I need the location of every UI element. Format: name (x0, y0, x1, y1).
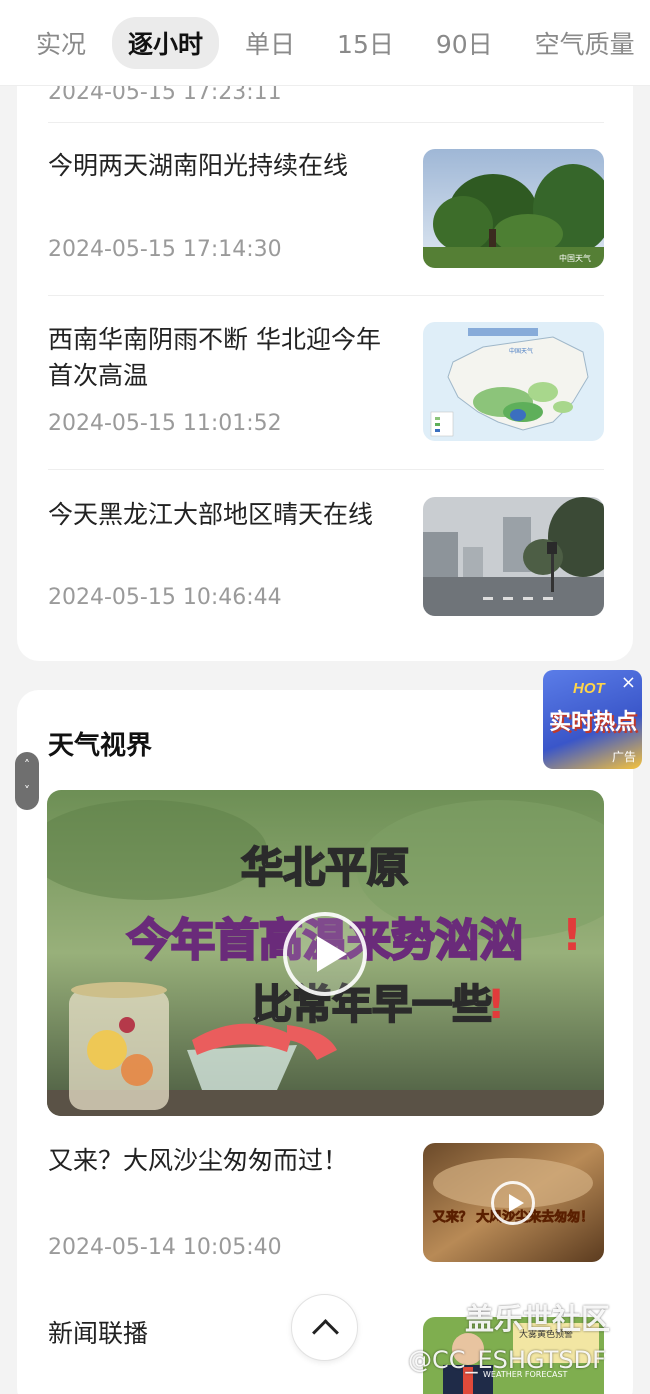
news-title: 西南华南阴雨不断 华北迎今年首次高温 (48, 325, 381, 390)
video-headline-1: 华北平原 (241, 843, 409, 892)
hot-topics-ad[interactable]: HOT × 实时热点 广告 (543, 670, 642, 769)
back-to-top-button[interactable] (291, 1294, 358, 1361)
ad-hot-label: HOT (573, 680, 605, 697)
scroll-handle[interactable]: ˄ ˅ (15, 752, 39, 810)
news-title: 今明两天湖南阳光持续在线 (48, 151, 349, 180)
chevron-down-icon: ˅ (24, 784, 30, 798)
tab-air-quality[interactable]: 空气质量 (519, 17, 650, 69)
news-thumbnail: 中国天气 (423, 149, 604, 268)
svg-text:!: ! (562, 910, 582, 961)
watermark-title: 盖乐世社区 (465, 1302, 611, 1336)
chevron-up-icon: ˄ (24, 758, 30, 772)
china-rainfall-map-icon: 中国天气 (423, 322, 604, 441)
tab-15-day[interactable]: 15日 (321, 17, 410, 69)
news-title: 今天黑龙江大部地区晴天在线 (48, 500, 374, 529)
section-title: 天气视界 (48, 731, 153, 761)
divider (48, 469, 604, 470)
divider (48, 122, 604, 123)
video-time: 2024-05-14 10:05:40 (48, 1235, 282, 1260)
tab-daily[interactable]: 单日 (229, 17, 311, 69)
thumb-logo: 中国天气 (559, 253, 591, 263)
main-video[interactable]: 华北平原 今年首高温来势汹汹 比常年早一些 ! ! (47, 790, 604, 1116)
tab-live[interactable]: 实况 (20, 17, 102, 69)
city-street-photo-icon (423, 497, 604, 616)
news-time: 2024-05-15 10:46:44 (48, 585, 282, 610)
watermark-handle: @CC_ESHGTSDF (408, 1346, 606, 1374)
tab-hourly[interactable]: 逐小时 (112, 16, 220, 69)
video-title: 又来？大风沙尘匆匆而过！ (48, 1146, 349, 1175)
close-icon[interactable]: × (621, 674, 636, 692)
tab-90-day[interactable]: 90日 (420, 17, 509, 69)
ad-title: 实时热点 (549, 710, 638, 735)
svg-text:!: ! (487, 982, 505, 1028)
news-thumbnail (423, 497, 604, 616)
play-icon (491, 1181, 535, 1225)
ad-badge: 广告 (611, 750, 636, 764)
thumb-logo: 中国天气 (509, 347, 533, 355)
news-time: 2024-05-15 17:14:30 (48, 237, 282, 262)
news-time: 2024-05-15 11:01:52 (48, 411, 282, 436)
news-thumbnail: 中国天气 (423, 322, 604, 441)
period-tab-bar: 实况 逐小时 单日 15日 90日 空气质量 (0, 0, 650, 86)
tree-landscape-photo-icon: 中国天气 (423, 149, 604, 268)
video-headline-3: 比常年早一些 (252, 982, 492, 1028)
video-thumbnail: 又来？ 大风沙尘来去匆匆！ (423, 1143, 604, 1262)
divider (48, 295, 604, 296)
play-icon[interactable] (283, 912, 367, 996)
